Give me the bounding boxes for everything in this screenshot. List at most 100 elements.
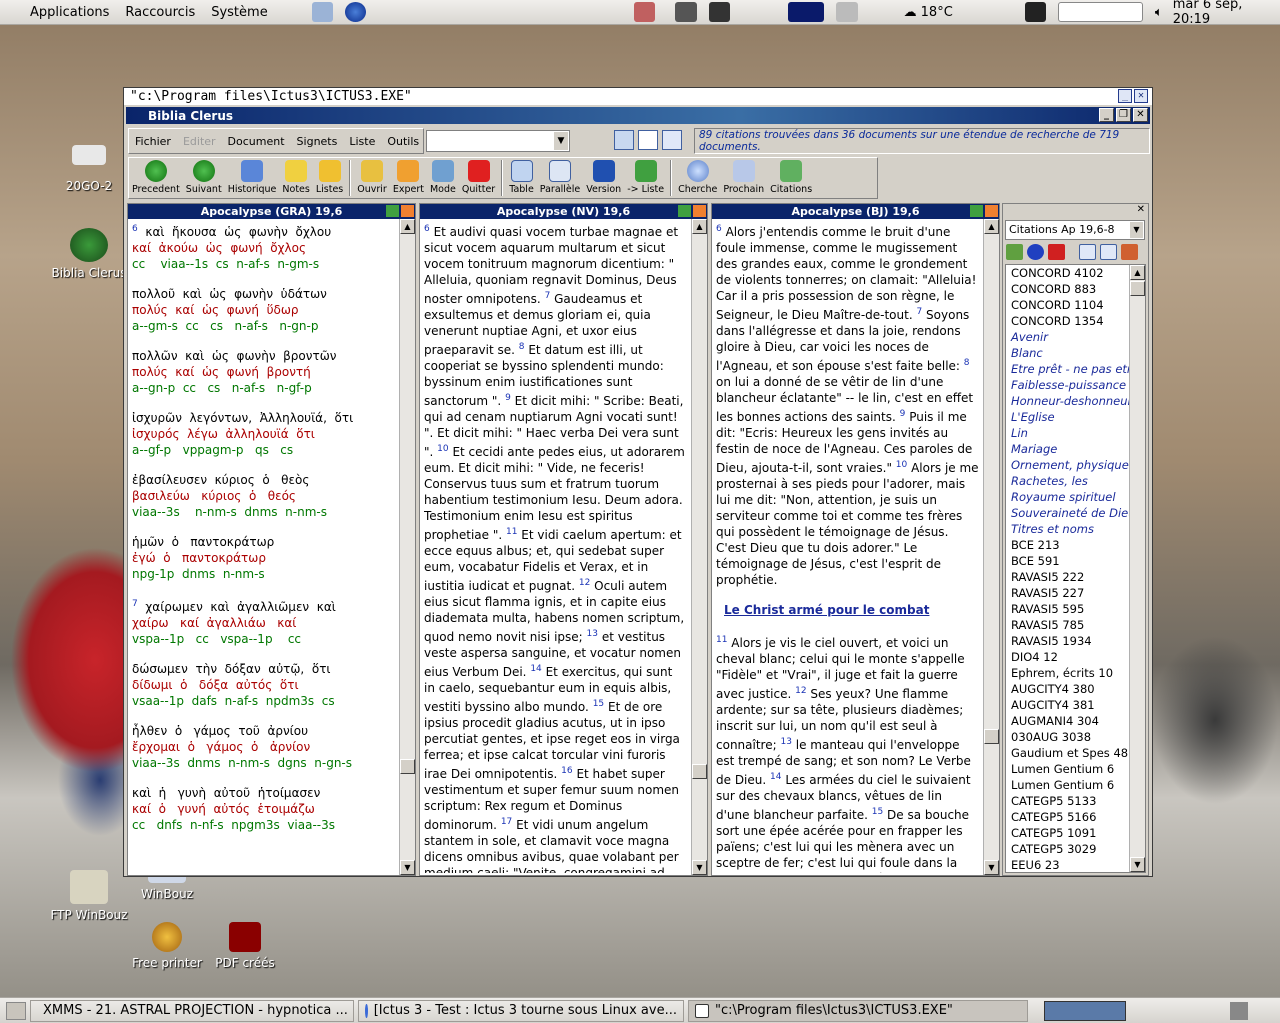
close-panel-icon[interactable]: ✕	[1137, 204, 1145, 215]
citation-item[interactable]: CATEGP5 1091	[1006, 825, 1130, 841]
copy-icon[interactable]	[1100, 244, 1117, 260]
minimize-button[interactable]: _	[1118, 89, 1132, 103]
to-liste-button[interactable]: -> Liste	[624, 158, 667, 198]
menu-systeme[interactable]: Système	[203, 5, 275, 20]
citation-item[interactable]: CONCORD 4102	[1006, 265, 1130, 281]
clock[interactable]: mar 6 sep, 20:19	[1173, 0, 1280, 27]
expand-icon[interactable]	[386, 205, 399, 217]
inner-titlebar[interactable]: Biblia Clerus _ ❐ ✕	[126, 107, 1150, 124]
scrollbar[interactable]: ▲ ▼	[399, 219, 415, 875]
citation-item[interactable]: Avenir	[1006, 329, 1130, 345]
citation-item[interactable]: RAVASI5 227	[1006, 585, 1130, 601]
menu-raccourcis[interactable]: Raccourcis	[117, 5, 203, 20]
citation-item[interactable]: BCE 213	[1006, 537, 1130, 553]
pointer-icon[interactable]	[662, 130, 682, 150]
citation-item[interactable]: CONCORD 1354	[1006, 313, 1130, 329]
table-button[interactable]: Table	[506, 158, 537, 198]
citation-item[interactable]: RAVASI5 222	[1006, 569, 1130, 585]
parallele-button[interactable]: Parallèle	[537, 158, 583, 198]
inner-restore-button[interactable]: ❐	[1116, 108, 1131, 122]
expand-icon[interactable]	[678, 205, 691, 217]
menu-liste[interactable]: Liste	[343, 135, 381, 148]
notes-button[interactable]: Notes	[279, 158, 312, 198]
close-button[interactable]: ✕	[1134, 89, 1148, 103]
scrollbar[interactable]: ▲ ▼	[1129, 265, 1145, 872]
citation-item[interactable]: DIO4 12	[1006, 649, 1130, 665]
citation-item[interactable]: Mariage	[1006, 441, 1130, 457]
citation-item[interactable]: CATEGP5 5133	[1006, 793, 1130, 809]
terminal-icon[interactable]	[675, 2, 697, 22]
citation-item[interactable]: EEU6 23	[1006, 857, 1130, 873]
inner-close-button[interactable]: ✕	[1133, 108, 1148, 122]
show-desktop-icon[interactable]	[6, 1001, 26, 1020]
citation-item[interactable]: Souveraineté de Dieu	[1006, 505, 1130, 521]
scrollbar[interactable]: ▲ ▼	[691, 219, 707, 875]
package-icon[interactable]	[634, 2, 656, 22]
desktop-icon-20go[interactable]: 20GO-2	[44, 145, 134, 193]
citation-item[interactable]: RAVASI5 785	[1006, 617, 1130, 633]
citation-item[interactable]: Titres et noms	[1006, 521, 1130, 537]
citation-item[interactable]: AUGCITY4 381	[1006, 697, 1130, 713]
chevron-down-icon[interactable]: ▼	[554, 132, 568, 150]
menu-outils[interactable]: Outils	[381, 135, 425, 148]
expand-icon[interactable]	[970, 205, 983, 217]
citation-item[interactable]: Etre prêt - ne pas etre p	[1006, 361, 1130, 377]
desktop-icon-freeprinter[interactable]: Free printer	[122, 922, 212, 970]
citation-item[interactable]: CATEGP5 3029	[1006, 841, 1130, 857]
globe-icon[interactable]	[344, 2, 367, 22]
menu-fichier[interactable]: Fichier	[129, 135, 177, 148]
outer-titlebar[interactable]: "c:\Program files\Ictus3\ICTUS3.EXE" _ ✕	[124, 88, 1152, 105]
mode-button[interactable]: Mode	[427, 158, 459, 198]
citation-item[interactable]: AUGCITY4 380	[1006, 681, 1130, 697]
citation-item[interactable]: Royaume spirituel	[1006, 489, 1130, 505]
citation-item[interactable]: Honneur-deshonneur	[1006, 393, 1130, 409]
task-ictus[interactable]: "c:\Program files\Ictus3\ICTUS3.EXE"	[688, 999, 1028, 1022]
citation-item[interactable]: RAVASI5 1934	[1006, 633, 1130, 649]
table-view-icon[interactable]	[614, 130, 634, 150]
desktop-icon-pdf[interactable]: PDF créés	[200, 922, 290, 970]
trash-icon[interactable]	[1230, 1001, 1248, 1020]
edit-icon[interactable]	[1079, 244, 1096, 260]
prochain-button[interactable]: Prochain	[720, 158, 767, 198]
citations-selector[interactable]: Citations Ap 19,6-8 ▼	[1005, 220, 1145, 240]
citation-item[interactable]: 030AUG 3038	[1006, 729, 1130, 745]
citation-item[interactable]: BCE 591	[1006, 553, 1130, 569]
help-icon[interactable]	[1027, 244, 1044, 260]
menu-applications[interactable]: Applications	[22, 5, 117, 20]
menu-signets[interactable]: Signets	[291, 135, 344, 148]
refresh-icon[interactable]	[1121, 244, 1138, 260]
checklist-icon[interactable]	[638, 130, 658, 150]
delete-icon[interactable]	[1048, 244, 1065, 260]
quitter-button[interactable]: Quitter	[459, 158, 498, 198]
close-pane-icon[interactable]	[693, 205, 706, 217]
menu-editer[interactable]: Editer	[177, 135, 222, 148]
citation-item[interactable]: Lin	[1006, 425, 1130, 441]
task-browser[interactable]: [Ictus 3 - Test : Ictus 3 tourne sous Li…	[358, 999, 684, 1022]
cherche-button[interactable]: Cherche	[675, 158, 720, 198]
workspace-icon[interactable]	[836, 2, 858, 22]
citations-list[interactable]: CONCORD 4102 CONCORD 883 CONCORD 1104 CONCO…	[1005, 264, 1146, 873]
task-xmms[interactable]: XMMS - 21. ASTRAL PROJECTION - hypnotica…	[30, 999, 354, 1022]
citation-item[interactable]: RAVASI5 595	[1006, 601, 1130, 617]
media-controls[interactable]	[1058, 2, 1143, 22]
pane-greek[interactable]: Apocalypse (GRA) 19,6 6 καὶ ἤκουσα ὡς φω…	[127, 203, 416, 876]
ouvrir-button[interactable]: Ouvrir	[354, 158, 390, 198]
citation-item[interactable]: Lumen Gentium 6	[1006, 777, 1130, 793]
citation-item[interactable]: L'Eglise	[1006, 409, 1130, 425]
desktop-icon-biblia[interactable]: Biblia Clerus	[44, 228, 134, 280]
precedent-button[interactable]: Precedent	[129, 158, 183, 198]
citations-button[interactable]: Citations	[767, 158, 815, 198]
suivant-button[interactable]: Suivant	[183, 158, 225, 198]
pane-nova-vulgata[interactable]: Apocalypse (NV) 19,6 6 Et audivi quasi v…	[419, 203, 708, 876]
pane-bible-jerusalem[interactable]: Apocalypse (BJ) 19,6 6 Alors j'entendis …	[711, 203, 1000, 876]
version-button[interactable]: Version	[583, 158, 624, 198]
citation-item[interactable]: Ornement, physique-sp	[1006, 457, 1130, 473]
add-icon[interactable]	[1006, 244, 1023, 260]
reference-combo[interactable]: ▼	[426, 130, 570, 152]
citation-item[interactable]: Gaudium et Spes 48	[1006, 745, 1130, 761]
listes-button[interactable]: Listes	[313, 158, 346, 198]
citation-item[interactable]: Rachetes, les	[1006, 473, 1130, 489]
inner-minimize-button[interactable]: _	[1099, 108, 1114, 122]
xmms-icon[interactable]	[1024, 2, 1046, 22]
citation-item[interactable]: Blanc	[1006, 345, 1130, 361]
